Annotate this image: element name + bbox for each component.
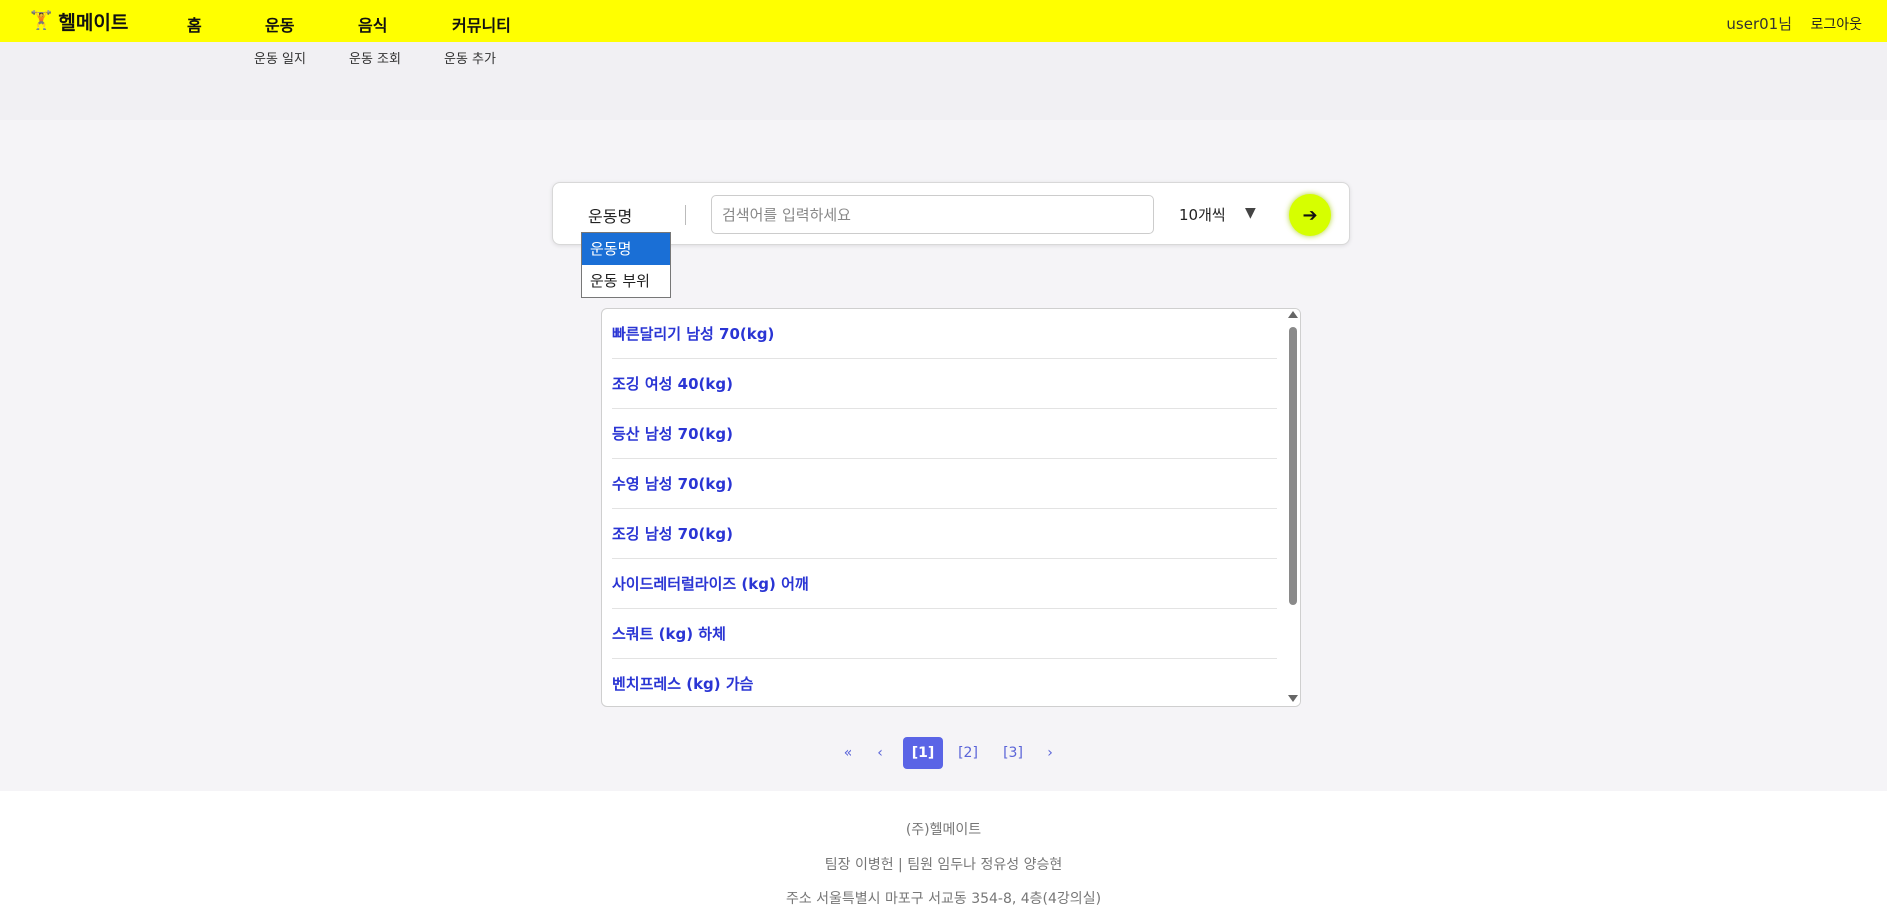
nav-home[interactable]: 홈 (187, 12, 202, 36)
scroll-down-icon[interactable] (1288, 695, 1298, 702)
subnav-exercise-add[interactable]: 운동 추가 (444, 48, 496, 67)
page-next-button[interactable]: › (1042, 737, 1058, 769)
result-link[interactable]: 조깅 여성 40(kg) (612, 373, 733, 394)
user-name: user01님 (1726, 15, 1792, 33)
page-2-button[interactable]: [2] (953, 737, 983, 769)
search-input[interactable] (711, 195, 1154, 234)
search-bar: 운동명 10개씩 ▼ ➔ (552, 182, 1350, 245)
list-item[interactable]: 스쿼트 (kg) 하체 (612, 609, 1277, 659)
logout-button[interactable]: 로그아웃 (1810, 14, 1862, 34)
dumbbell-icon: 🏋 (30, 10, 53, 31)
arrow-right-icon: ➔ (1302, 204, 1318, 226)
divider (685, 205, 686, 225)
scrollbar-thumb[interactable] (1289, 327, 1297, 605)
option-exercise-name[interactable]: 운동명 (582, 233, 670, 265)
search-submit-button[interactable]: ➔ (1289, 194, 1331, 236)
nav-exercise[interactable]: 운동 (265, 12, 294, 36)
result-link[interactable]: 등산 남성 70(kg) (612, 423, 733, 444)
search-type-dropdown: 운동명 운동 부위 (581, 232, 671, 298)
result-link[interactable]: 사이드레터럴라이즈 (kg) 어깨 (612, 573, 809, 594)
nav-community[interactable]: 커뮤니티 (452, 12, 511, 36)
result-link[interactable]: 벤치프레스 (kg) 가슴 (612, 673, 753, 694)
list-item[interactable]: 사이드레터럴라이즈 (kg) 어깨 (612, 559, 1277, 609)
footer-address: 주소 서울특별시 마포구 서교동 354-8, 4층(4강의실) (785, 891, 1102, 907)
search-type-select[interactable]: 운동명 (588, 203, 632, 227)
list-item[interactable]: 조깅 남성 70(kg) (612, 509, 1277, 559)
list-item[interactable]: 등산 남성 70(kg) (612, 409, 1277, 459)
logo[interactable]: 🏋 헬메이트 (30, 9, 129, 34)
scroll-up-icon[interactable] (1288, 311, 1298, 318)
nav-food[interactable]: 음식 (358, 12, 387, 36)
chevron-down-icon[interactable]: ▼ (1245, 205, 1256, 221)
list-item[interactable]: 수영 남성 70(kg) (612, 459, 1277, 509)
option-body-part[interactable]: 운동 부위 (582, 265, 670, 297)
top-header: 🏋 헬메이트 홈 운동 음식 커뮤니티 user01님 로그아웃 (0, 0, 1887, 42)
list-item[interactable]: 빠른달리기 남성 70(kg) (612, 309, 1277, 359)
page-first-button[interactable]: « (838, 737, 858, 769)
subnav-exercise-search[interactable]: 운동 조회 (349, 48, 401, 67)
subnav-exercise-log[interactable]: 운동 일지 (254, 48, 306, 67)
result-link[interactable]: 수영 남성 70(kg) (612, 473, 733, 494)
footer: (주)헬메이트 팀장 이병헌 | 팀원 임두나 정유성 양승현 주소 서울특별시… (0, 791, 1887, 913)
result-link[interactable]: 조깅 남성 70(kg) (612, 523, 733, 544)
result-link[interactable]: 빠른달리기 남성 70(kg) (612, 323, 774, 344)
page-1-button[interactable]: [1] (903, 737, 943, 769)
results-list: 빠른달리기 남성 70(kg) 조깅 여성 40(kg) 등산 남성 70(kg… (601, 308, 1301, 707)
footer-company: (주)헬메이트 (905, 822, 982, 838)
list-item[interactable]: 조깅 여성 40(kg) (612, 359, 1277, 409)
page-prev-button[interactable]: ‹ (872, 737, 888, 769)
result-link[interactable]: 스쿼트 (kg) 하체 (612, 623, 726, 644)
page-3-button[interactable]: [3] (998, 737, 1028, 769)
scrollbar[interactable] (1286, 309, 1300, 706)
footer-team: 팀장 이병헌 | 팀원 임두나 정유성 양승현 (824, 857, 1063, 873)
logo-text: 헬메이트 (58, 11, 129, 34)
page-size-select[interactable]: 10개씩 (1179, 204, 1226, 225)
list-item[interactable]: 벤치프레스 (kg) 가슴 (612, 659, 1277, 706)
